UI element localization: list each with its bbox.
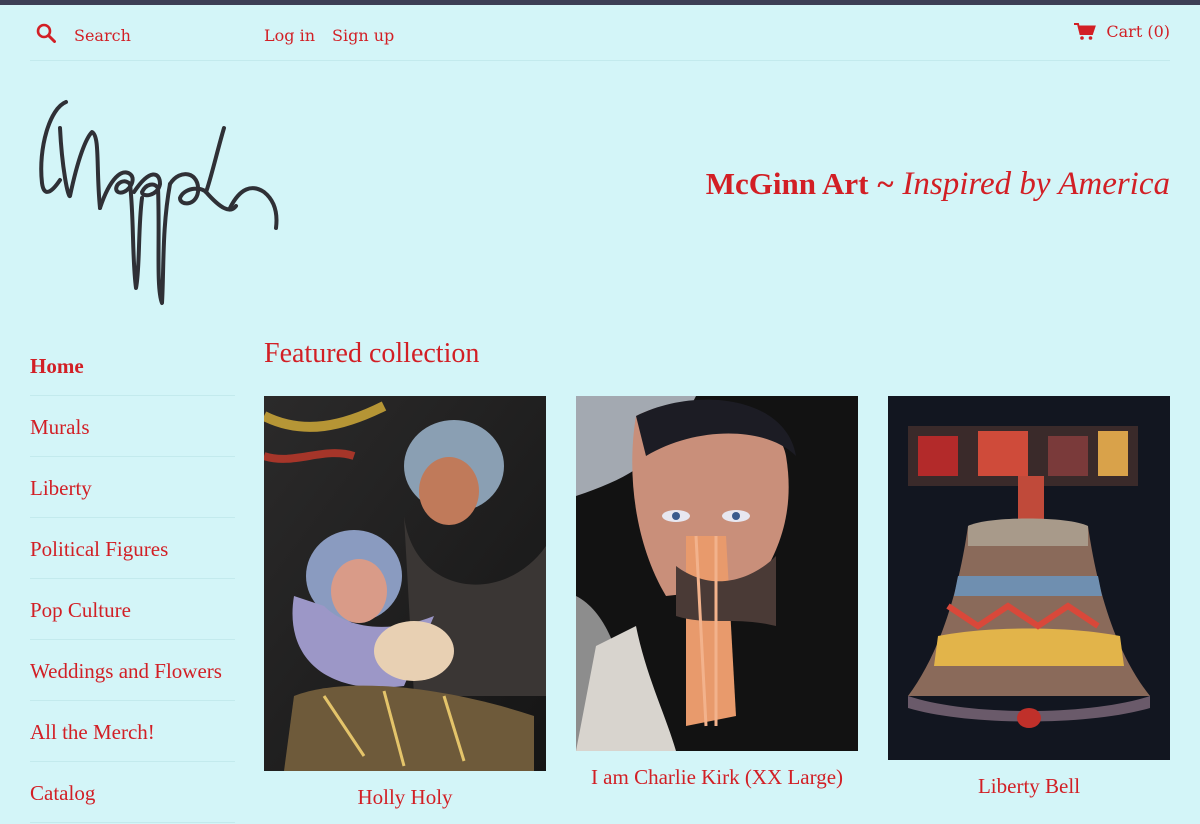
cart-link[interactable]: Cart (0) [1074, 22, 1170, 41]
header-divider [30, 60, 1170, 61]
product-card[interactable]: I am Charlie Kirk (XX Large) [576, 396, 858, 790]
product-image-charlie-kirk[interactable] [576, 396, 858, 751]
product-image-nativity[interactable] [264, 396, 546, 771]
product-card[interactable]: Liberty Bell [888, 396, 1170, 799]
cart-icon [1074, 22, 1097, 40]
search-input[interactable] [74, 23, 244, 47]
product-card[interactable]: Holly Holy [264, 396, 546, 810]
header-bar: Log in Sign up Cart (0) [0, 5, 1200, 60]
store-tagline: McGinn Art ~ Inspired by America [706, 166, 1170, 203]
sidebar-item-murals[interactable]: Murals [30, 396, 235, 457]
sidebar-item-liberty[interactable]: Liberty [30, 457, 235, 518]
product-title[interactable]: I am Charlie Kirk (XX Large) [576, 765, 858, 790]
sidebar-nav: Home Murals Liberty Political Figures Po… [30, 335, 235, 823]
sidebar-item-catalog[interactable]: Catalog [30, 762, 235, 823]
signup-link[interactable]: Sign up [332, 26, 394, 45]
product-image-liberty-bell[interactable] [888, 396, 1170, 760]
featured-collection-title: Featured collection [264, 338, 480, 369]
sidebar-item-weddings-flowers[interactable]: Weddings and Flowers [30, 640, 235, 701]
sidebar-item-home[interactable]: Home [30, 335, 235, 396]
product-title[interactable]: Liberty Bell [888, 774, 1170, 799]
sidebar-item-pop-culture[interactable]: Pop Culture [30, 579, 235, 640]
sidebar-item-merch[interactable]: All the Merch! [30, 701, 235, 762]
store-name: McGinn Art [705, 166, 869, 201]
signature-logo[interactable] [30, 88, 290, 313]
sidebar-item-political-figures[interactable]: Political Figures [30, 518, 235, 579]
cart-label: Cart (0) [1106, 22, 1170, 41]
login-link[interactable]: Log in [264, 26, 315, 45]
product-title[interactable]: Holly Holy [264, 785, 546, 810]
tagline-separator: ~ [877, 166, 894, 201]
search-icon[interactable] [36, 23, 56, 43]
tagline-text: Inspired by America [902, 166, 1170, 202]
